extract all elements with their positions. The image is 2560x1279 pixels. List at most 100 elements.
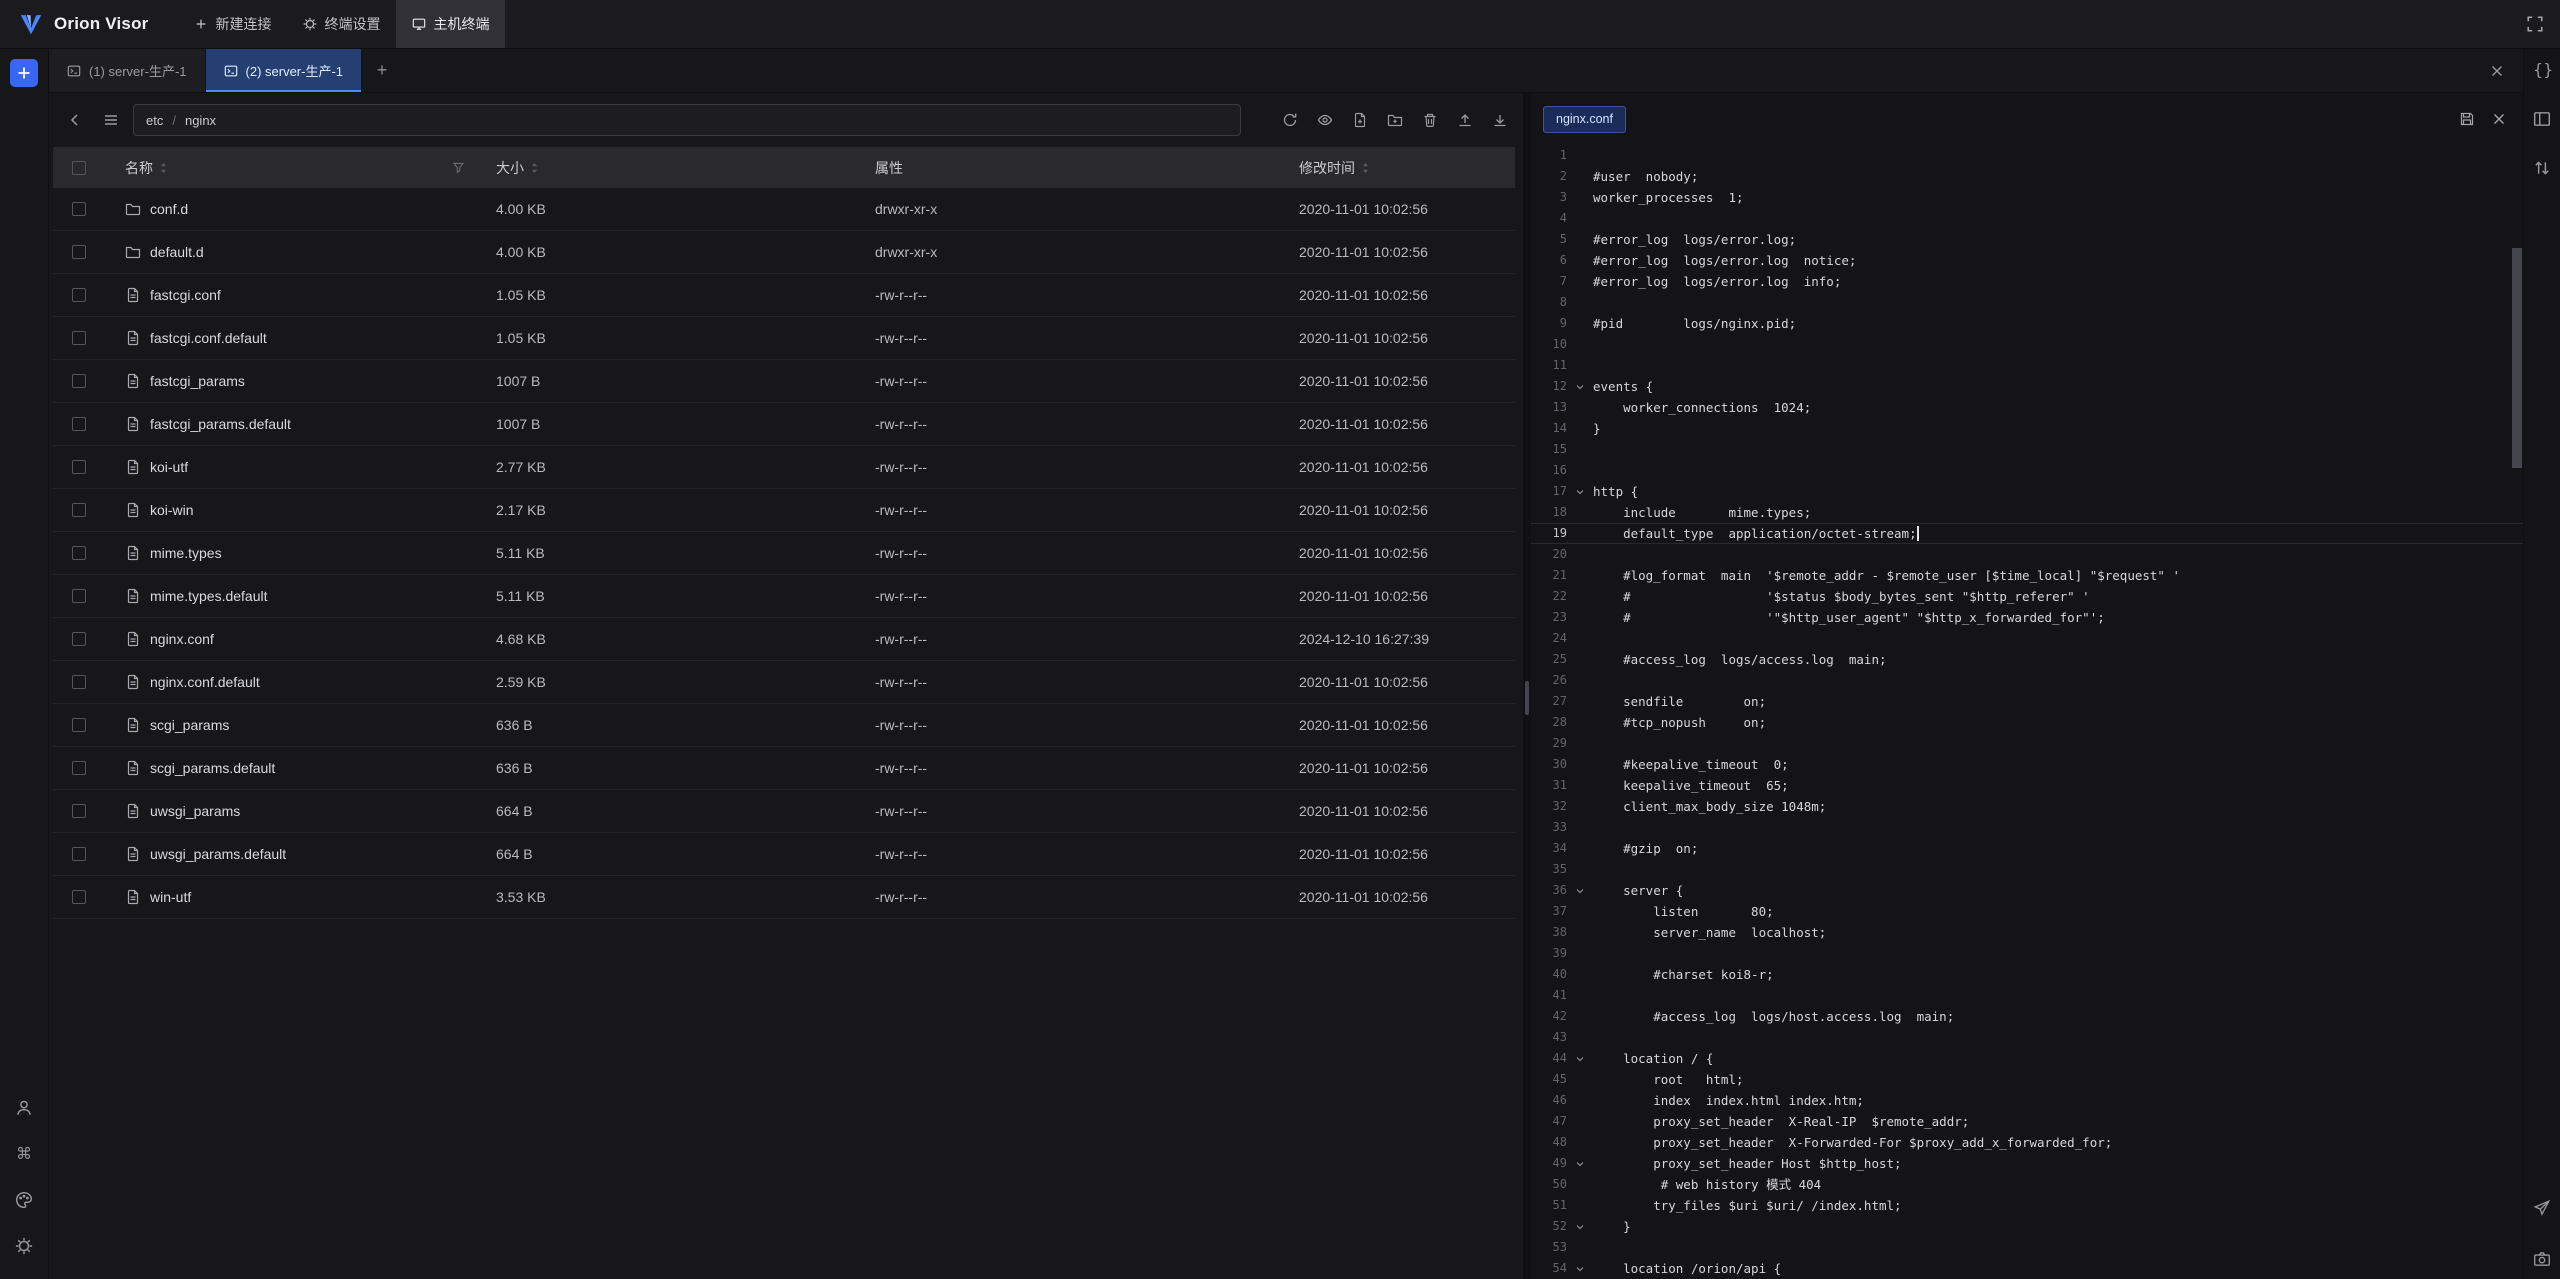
fold-toggle[interactable] <box>1567 397 1593 418</box>
fold-toggle[interactable] <box>1567 1027 1593 1048</box>
code-text[interactable]: worker_connections 1024; <box>1593 397 1811 418</box>
code-text[interactable]: default_type application/octet-stream; <box>1593 523 1919 544</box>
file-name[interactable]: conf.d <box>150 201 188 217</box>
row-checkbox[interactable] <box>72 761 86 775</box>
code-text[interactable]: listen 80; <box>1593 901 1774 922</box>
sort-icon[interactable] <box>159 161 168 175</box>
file-row[interactable]: koi-utf 2.77 KB -rw-r--r-- 2020-11-01 10… <box>53 446 1515 489</box>
code-line[interactable]: 46 index index.html index.htm; <box>1531 1090 2523 1111</box>
row-checkbox[interactable] <box>72 589 86 603</box>
code-line[interactable]: 52 } <box>1531 1216 2523 1237</box>
code-line[interactable]: 1 <box>1531 145 2523 166</box>
fullscreen-icon[interactable] <box>2526 15 2544 33</box>
file-row[interactable]: nginx.conf 4.68 KB -rw-r--r-- 2024-12-10… <box>53 618 1515 661</box>
file-name[interactable]: fastcgi_params.default <box>150 416 291 432</box>
file-name[interactable]: fastcgi.conf.default <box>150 330 267 346</box>
fold-toggle[interactable] <box>1567 439 1593 460</box>
fold-toggle[interactable] <box>1567 691 1593 712</box>
code-line[interactable]: 19 default_type application/octet-stream… <box>1531 523 2523 544</box>
file-name[interactable]: fastcgi.conf <box>150 287 221 303</box>
code-text[interactable]: #error_log logs/error.log info; <box>1593 271 1841 292</box>
code-text[interactable]: try_files $uri $uri/ /index.html; <box>1593 1195 1902 1216</box>
column-header-name[interactable]: 名称 <box>105 158 479 178</box>
code-text[interactable]: #gzip on; <box>1593 838 1698 859</box>
code-text[interactable]: #user nobody; <box>1593 166 1698 187</box>
sort-icon[interactable] <box>530 161 539 175</box>
code-line[interactable]: 23 # '"$http_user_agent" "$http_x_forwar… <box>1531 607 2523 628</box>
code-text[interactable]: #tcp_nopush on; <box>1593 712 1766 733</box>
file-row[interactable]: mime.types.default 5.11 KB -rw-r--r-- 20… <box>53 575 1515 618</box>
delete-trash-icon[interactable] <box>1417 107 1443 133</box>
fold-toggle[interactable] <box>1567 355 1593 376</box>
code-text[interactable]: # web history 模式 404 <box>1593 1174 1821 1195</box>
menu-item-host-terminal[interactable]: 主机终端 <box>396 0 505 48</box>
editor-scrollbar-thumb[interactable] <box>2512 248 2522 468</box>
swap-vertical-icon[interactable] <box>2533 159 2551 177</box>
code-line[interactable]: 38 server_name localhost; <box>1531 922 2523 943</box>
code-line[interactable]: 36 server { <box>1531 880 2523 901</box>
code-line[interactable]: 9 #pid logs/nginx.pid; <box>1531 313 2523 334</box>
code-line[interactable]: 40 #charset koi8-r; <box>1531 964 2523 985</box>
file-row[interactable]: fastcgi_params.default 1007 B -rw-r--r--… <box>53 403 1515 446</box>
close-icon[interactable] <box>2489 63 2505 79</box>
menu-item-terminal-settings[interactable]: 终端设置 <box>287 0 396 48</box>
code-line[interactable]: 15 <box>1531 439 2523 460</box>
fold-toggle[interactable] <box>1567 229 1593 250</box>
file-name[interactable]: uwsgi_params <box>150 803 240 819</box>
code-text[interactable]: http { <box>1593 481 1638 502</box>
code-line[interactable]: 3 worker_processes 1; <box>1531 187 2523 208</box>
fold-toggle[interactable] <box>1567 1237 1593 1258</box>
row-checkbox[interactable] <box>72 503 86 517</box>
file-row[interactable]: fastcgi.conf 1.05 KB -rw-r--r-- 2020-11-… <box>53 274 1515 317</box>
row-checkbox[interactable] <box>72 374 86 388</box>
code-line[interactable]: 29 <box>1531 733 2523 754</box>
file-row[interactable]: nginx.conf.default 2.59 KB -rw-r--r-- 20… <box>53 661 1515 704</box>
file-row[interactable]: scgi_params 636 B -rw-r--r-- 2020-11-01 … <box>53 704 1515 747</box>
code-text[interactable]: location / { <box>1593 1048 1713 1069</box>
file-name[interactable]: mime.types.default <box>150 588 268 604</box>
sort-icon[interactable] <box>1361 161 1370 175</box>
code-line[interactable]: 28 #tcp_nopush on; <box>1531 712 2523 733</box>
file-row[interactable]: fastcgi.conf.default 1.05 KB -rw-r--r-- … <box>53 317 1515 360</box>
fold-toggle[interactable] <box>1567 1006 1593 1027</box>
fold-toggle[interactable] <box>1567 1195 1593 1216</box>
fold-toggle[interactable] <box>1567 670 1593 691</box>
code-text[interactable]: proxy_set_header X-Real-IP $remote_addr; <box>1593 1111 1969 1132</box>
file-row[interactable]: mime.types 5.11 KB -rw-r--r-- 2020-11-01… <box>53 532 1515 575</box>
panel-splitter[interactable] <box>1523 93 1531 1279</box>
code-line[interactable]: 10 <box>1531 334 2523 355</box>
code-line[interactable]: 35 <box>1531 859 2523 880</box>
file-row[interactable]: default.d 4.00 KB drwxr-xr-x 2020-11-01 … <box>53 231 1515 274</box>
code-text[interactable]: location /orion/api { <box>1593 1258 1781 1279</box>
fold-toggle[interactable] <box>1567 985 1593 1006</box>
path-breadcrumb[interactable]: etc / nginx <box>133 104 1241 136</box>
fold-toggle[interactable] <box>1567 502 1593 523</box>
file-row[interactable]: scgi_params.default 636 B -rw-r--r-- 202… <box>53 747 1515 790</box>
code-line[interactable]: 49 proxy_set_header Host $http_host; <box>1531 1153 2523 1174</box>
fold-toggle[interactable] <box>1567 544 1593 565</box>
close-icon[interactable] <box>2491 111 2507 127</box>
gear-icon[interactable] <box>15 1237 33 1255</box>
camera-icon[interactable] <box>2533 1250 2551 1268</box>
fold-toggle[interactable] <box>1567 271 1593 292</box>
splitter-grip[interactable] <box>1525 681 1529 715</box>
code-line[interactable]: 6 #error_log logs/error.log notice; <box>1531 250 2523 271</box>
code-text[interactable]: server_name localhost; <box>1593 922 1826 943</box>
code-line[interactable]: 51 try_files $uri $uri/ /index.html; <box>1531 1195 2523 1216</box>
code-line[interactable]: 50 # web history 模式 404 <box>1531 1174 2523 1195</box>
fold-toggle[interactable] <box>1567 250 1593 271</box>
fold-toggle[interactable] <box>1567 1216 1593 1237</box>
fold-toggle[interactable] <box>1567 376 1593 397</box>
code-line[interactable]: 5 #error_log logs/error.log; <box>1531 229 2523 250</box>
file-name[interactable]: mime.types <box>150 545 222 561</box>
code-text[interactable]: } <box>1593 418 1601 439</box>
fold-toggle[interactable] <box>1567 145 1593 166</box>
new-terminal-button[interactable] <box>10 59 38 87</box>
fold-toggle[interactable] <box>1567 607 1593 628</box>
file-name[interactable]: scgi_params <box>150 717 229 733</box>
fold-toggle[interactable] <box>1567 628 1593 649</box>
fold-toggle[interactable] <box>1567 418 1593 439</box>
row-checkbox[interactable] <box>72 417 86 431</box>
fold-toggle[interactable] <box>1567 460 1593 481</box>
code-line[interactable]: 33 <box>1531 817 2523 838</box>
